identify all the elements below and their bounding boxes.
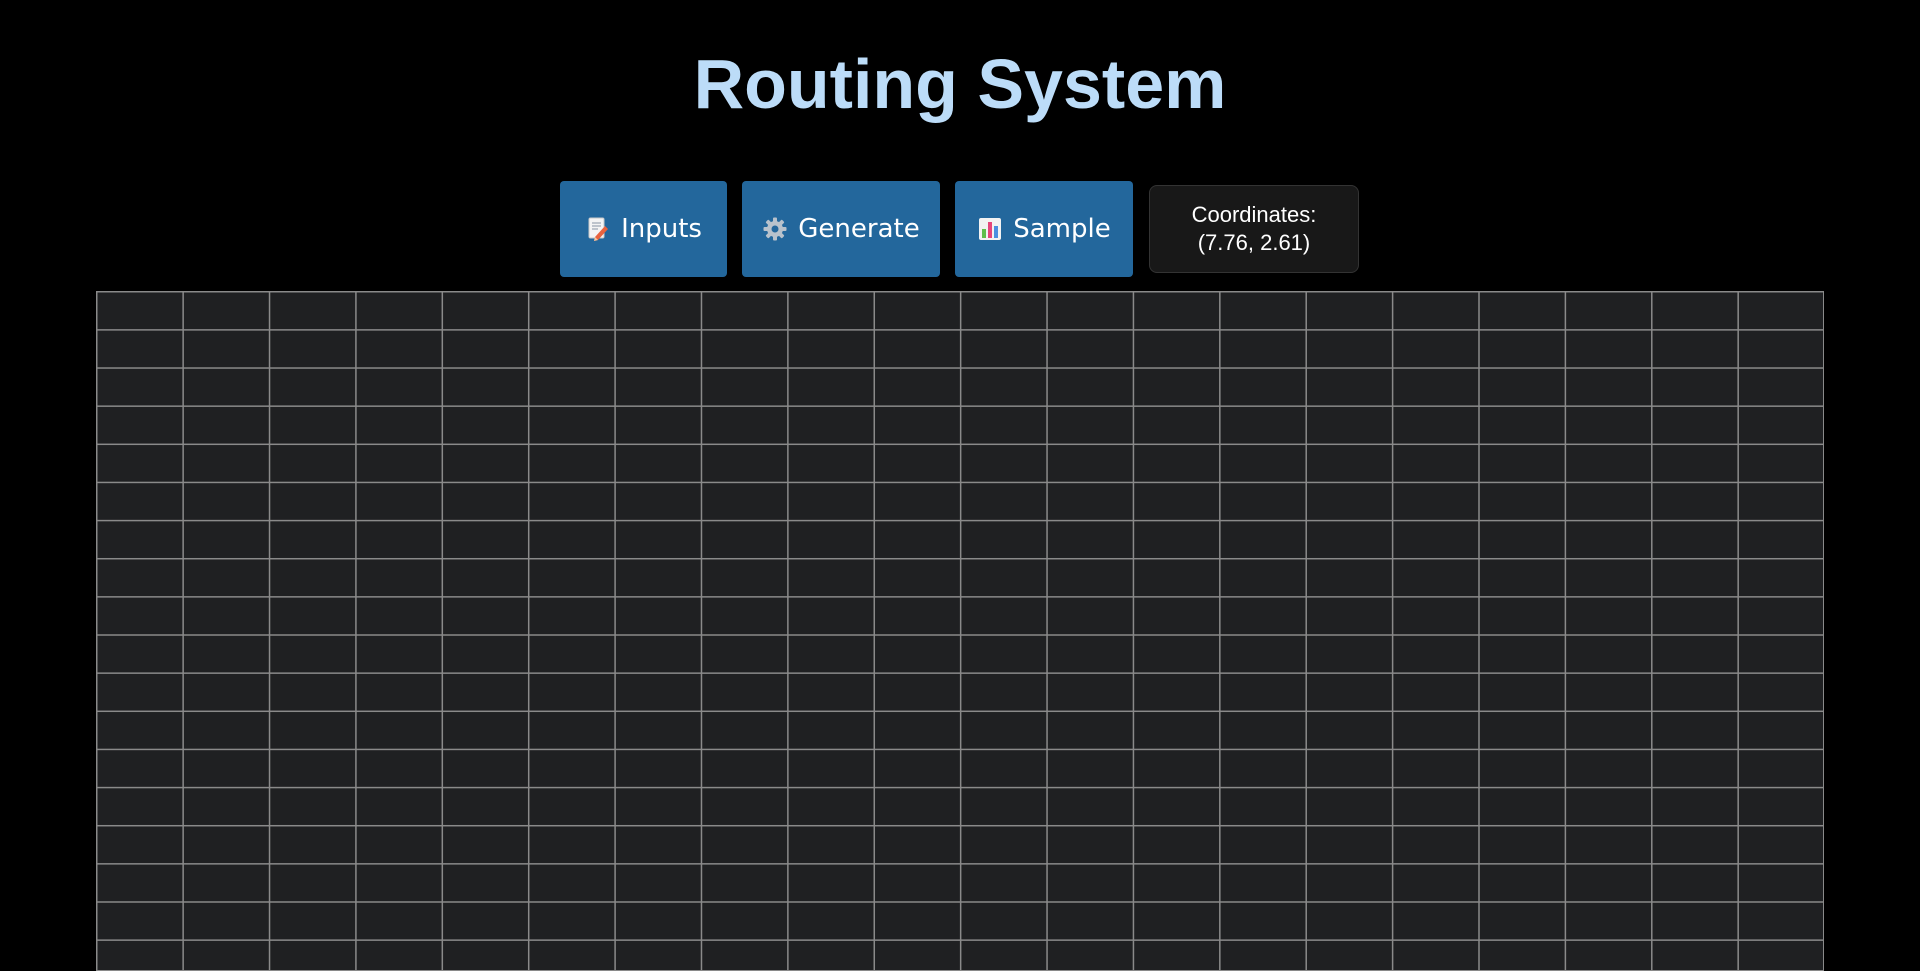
coordinates-label: Coordinates:: [1191, 202, 1317, 227]
toolbar: Inputs Generate Sample Coordinates: (7.7…: [0, 181, 1920, 277]
page-title: Routing System: [693, 45, 1227, 123]
sample-button-label: Sample: [1013, 214, 1111, 244]
generate-button-label: Generate: [798, 214, 920, 244]
memo-pencil-icon: [585, 216, 611, 242]
gear-icon: [762, 216, 788, 242]
routing-grid-canvas[interactable]: [96, 291, 1824, 971]
sample-button[interactable]: Sample: [955, 181, 1133, 277]
generate-button[interactable]: Generate: [742, 181, 940, 277]
bar-chart-icon: [977, 216, 1003, 242]
inputs-button[interactable]: Inputs: [560, 181, 727, 277]
coordinates-display: Coordinates: (7.76, 2.61): [1149, 185, 1359, 273]
inputs-button-label: Inputs: [621, 214, 702, 244]
coordinates-value: (7.76, 2.61): [1197, 230, 1311, 255]
